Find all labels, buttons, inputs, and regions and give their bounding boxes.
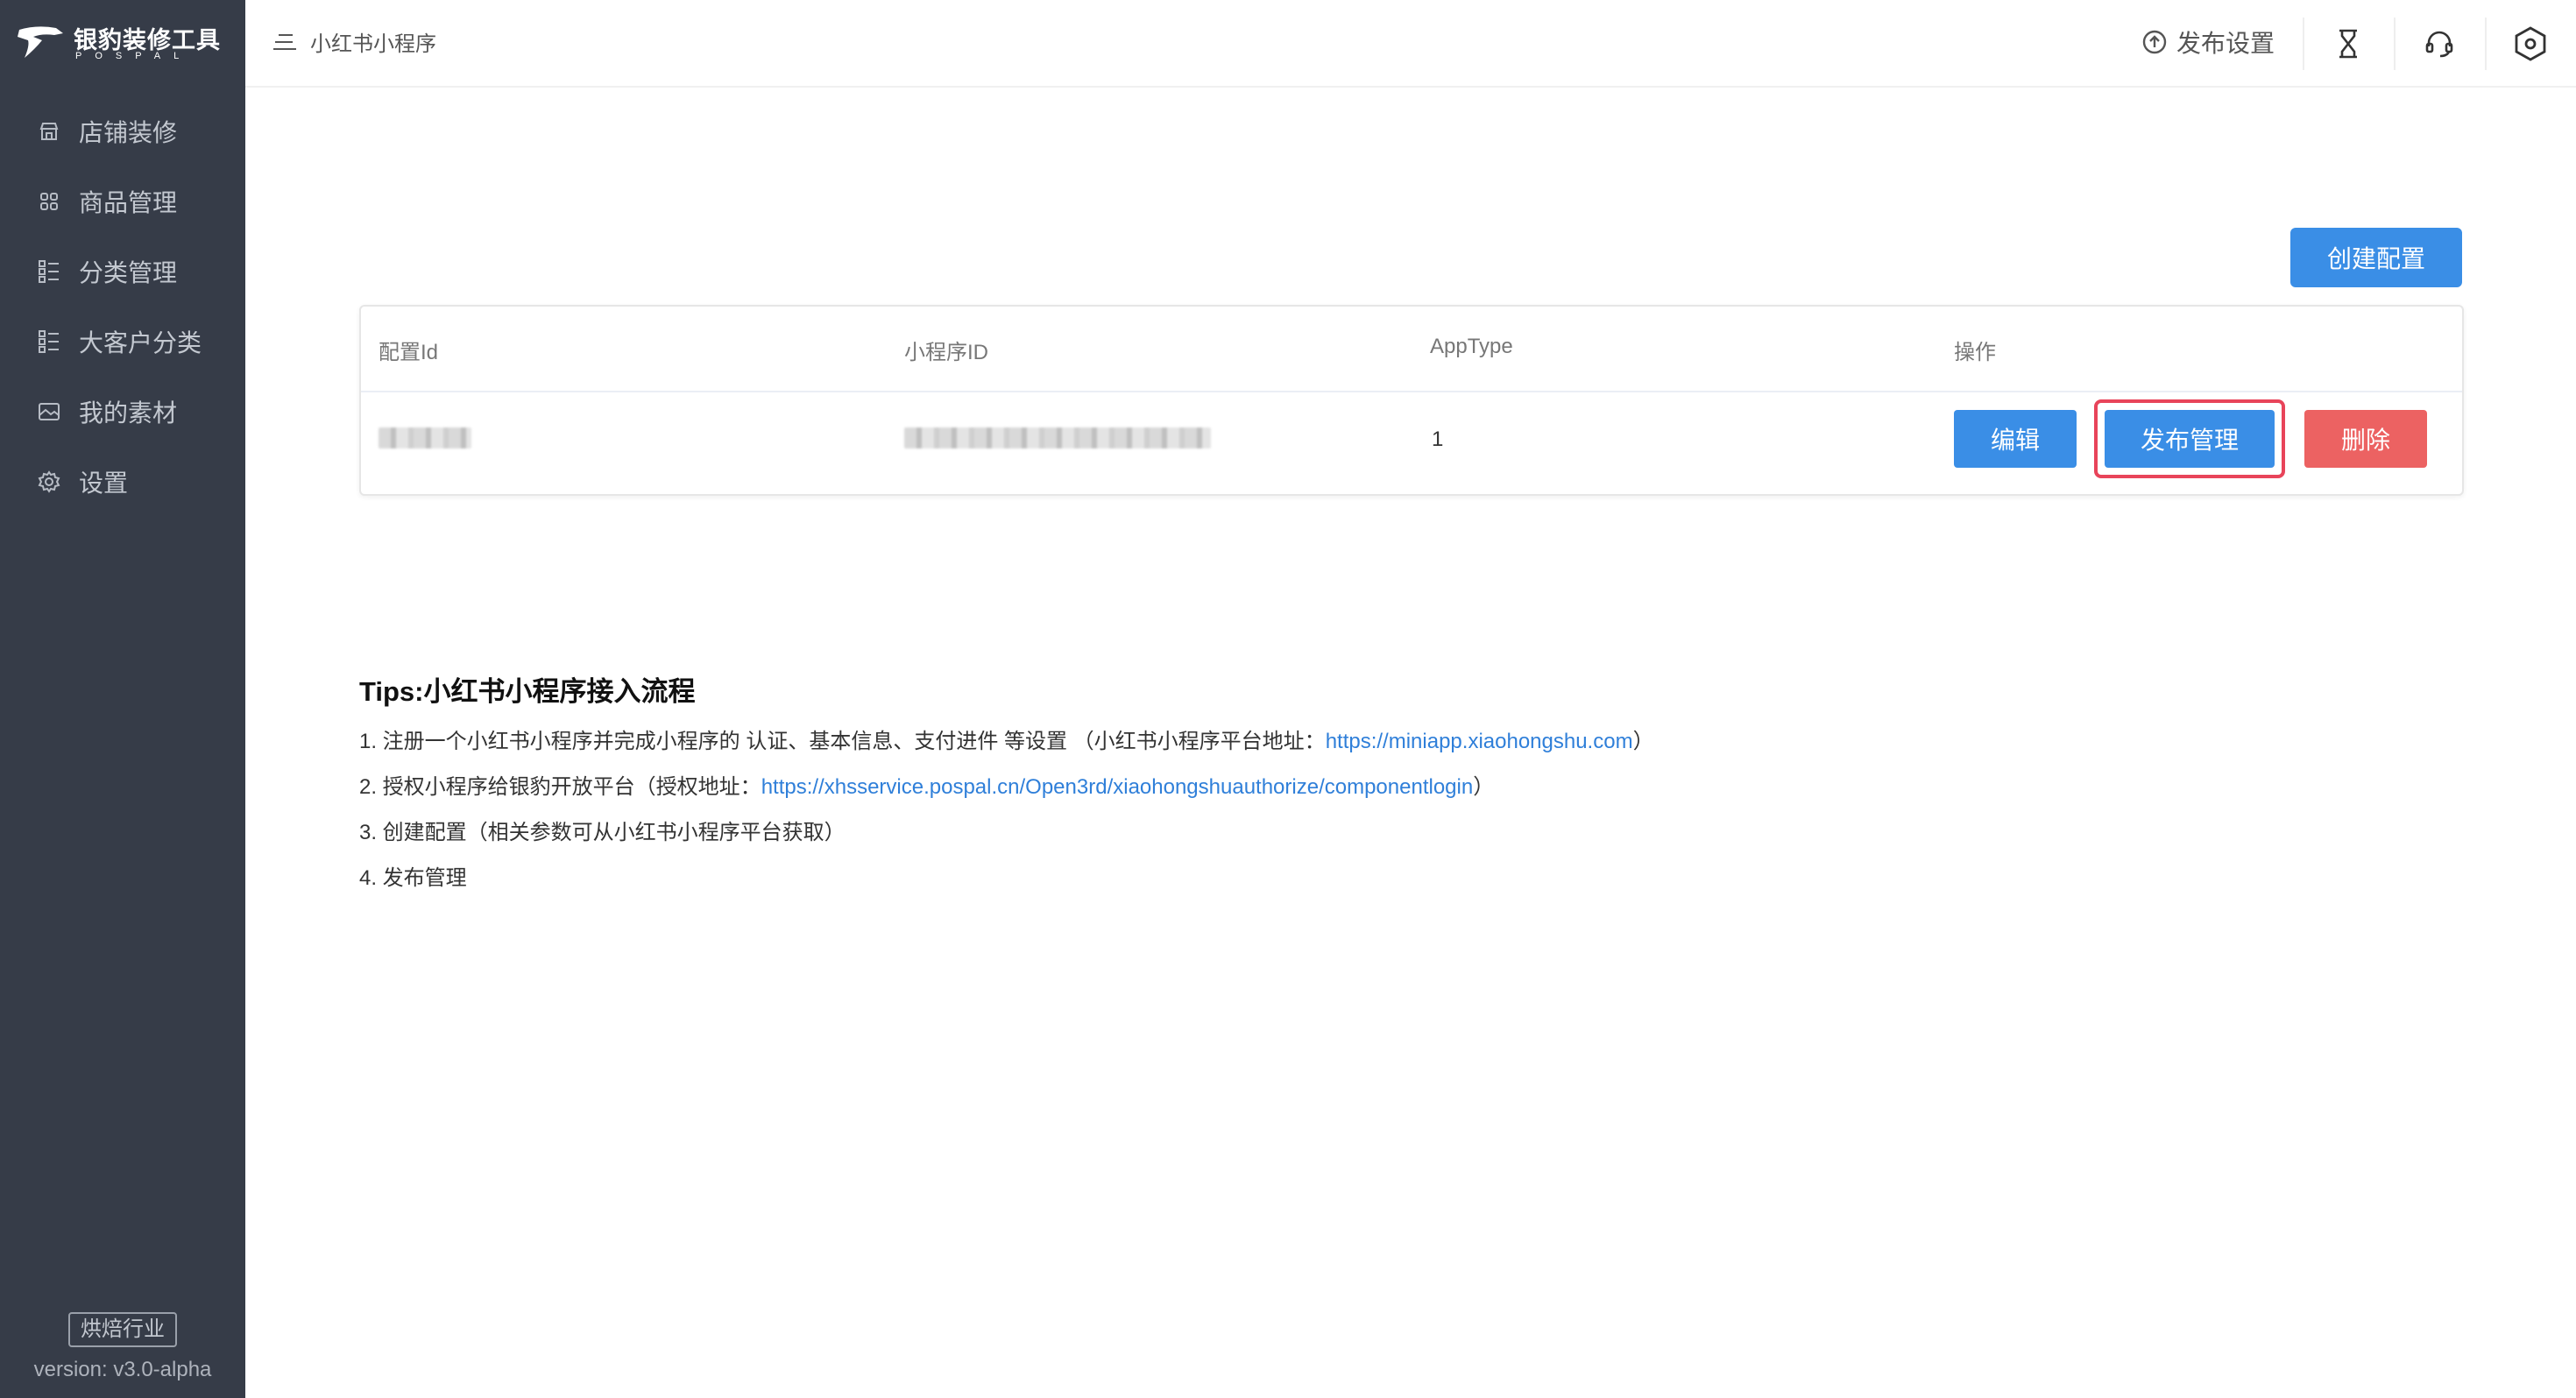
publish-settings-button[interactable]: 发布设置 [2141, 25, 2275, 60]
sidebar-nav: 店铺装修 商品管理 分类管理 大客户分类 我的素材 设置 [0, 96, 245, 517]
sidebar: 银豹装修工具 POSPAL 店铺装修 商品管理 分类管理 大客户分类 我的素材 … [0, 0, 245, 1398]
header: 小红书小程序 发布设置 [245, 0, 2576, 88]
category-list-icon [35, 328, 63, 356]
sidebar-item-shop-decoration[interactable]: 店铺装修 [0, 96, 245, 166]
breadcrumb-current: 小红书小程序 [310, 32, 436, 56]
sidebar-item-label: 商品管理 [79, 189, 178, 216]
column-header-config-id: 配置Id [379, 341, 439, 364]
upload-circle-icon [2141, 29, 2168, 55]
redacted-miniapp-id [904, 427, 1211, 448]
menu-toggle-icon[interactable] [272, 32, 298, 53]
sidebar-item-label: 我的素材 [79, 399, 178, 427]
tips-title: Tips:小红书小程序接入流程 [359, 676, 696, 707]
header-divider [2303, 18, 2304, 70]
tip-step-4: 4. 发布管理 [359, 866, 467, 890]
publish-management-button[interactable]: 发布管理 [2105, 410, 2275, 468]
gear-icon [35, 468, 63, 496]
sidebar-item-my-materials[interactable]: 我的素材 [0, 377, 245, 447]
sidebar-item-key-account-category[interactable]: 大客户分类 [0, 307, 245, 377]
pospal-logo-icon [18, 26, 63, 58]
headset-icon[interactable] [2420, 25, 2459, 63]
redacted-config-id [379, 427, 471, 448]
tip-step-1: 1. 注册一个小红书小程序并完成小程序的 认证、基本信息、支付进件 等设置 （小… [359, 724, 1654, 754]
version-label: version: v3.0-alpha [33, 1358, 212, 1381]
config-id-cell [379, 427, 471, 455]
tip-step-1-end: ） [1632, 730, 1654, 753]
edit-button[interactable]: 编辑 [1954, 410, 2077, 468]
tip-step-2: 2. 授权小程序给银豹开放平台（授权地址：https://xhsservice.… [359, 769, 1494, 800]
industry-badge[interactable]: 烘焙行业 [68, 1312, 177, 1347]
sidebar-item-label: 设置 [79, 470, 129, 497]
miniapp-platform-link[interactable]: https://miniapp.xiaohongshu.com [1326, 730, 1633, 753]
breadcrumb: 小红书小程序 [272, 26, 436, 57]
tip-step-2-end: ） [1473, 775, 1495, 799]
column-header-app-type: AppType [1430, 335, 1513, 358]
tip-step-2-text: 2. 授权小程序给银豹开放平台（授权地址： [359, 775, 761, 799]
miniapp-id-cell [904, 427, 1211, 455]
authorize-link[interactable]: https://xhsservice.pospal.cn/Open3rd/xia… [761, 775, 1474, 799]
sidebar-item-settings[interactable]: 设置 [0, 447, 245, 517]
app-type-cell: 1 [1432, 427, 1444, 451]
image-icon [35, 398, 63, 426]
hexagon-settings-icon[interactable] [2511, 25, 2550, 63]
sidebar-item-label: 店铺装修 [79, 119, 178, 146]
table-row: 1 编辑 发布管理 删除 [361, 391, 2462, 494]
sidebar-item-label: 分类管理 [79, 259, 178, 286]
config-table: 配置Id 小程序ID AppType 操作 1 编辑 发布管理 删除 [359, 305, 2464, 496]
tip-step-1-text: 1. 注册一个小红书小程序并完成小程序的 认证、基本信息、支付进件 等设置 （小… [359, 730, 1326, 753]
tip-step-3: 3. 创建配置（相关参数可从小红书小程序平台获取） [359, 821, 846, 844]
category-list-icon [35, 258, 63, 286]
column-header-miniapp-id: 小程序ID [904, 341, 988, 364]
shop-icon [35, 117, 63, 145]
header-divider [2394, 18, 2396, 70]
logo[interactable]: 银豹装修工具 POSPAL [16, 19, 226, 68]
column-header-actions: 操作 [1954, 341, 1996, 364]
table-header: 配置Id 小程序ID AppType 操作 [361, 307, 2462, 392]
sidebar-item-label: 大客户分类 [79, 329, 202, 357]
delete-button[interactable]: 删除 [2304, 410, 2427, 468]
hourglass-icon[interactable] [2329, 25, 2367, 63]
sidebar-item-category-management[interactable]: 分类管理 [0, 237, 245, 307]
header-divider [2485, 18, 2487, 70]
grid-icon [35, 187, 63, 215]
logo-subtitle: POSPAL [75, 51, 193, 61]
publish-settings-label: 发布设置 [2176, 30, 2275, 57]
sidebar-item-product-management[interactable]: 商品管理 [0, 166, 245, 237]
create-config-button[interactable]: 创建配置 [2290, 228, 2462, 287]
